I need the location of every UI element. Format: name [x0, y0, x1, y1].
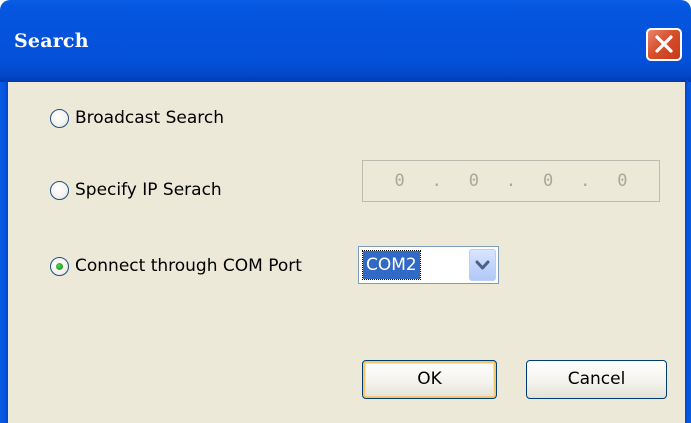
broadcast-search-option[interactable]: Broadcast Search: [50, 108, 224, 128]
com-port-select[interactable]: COM2: [358, 246, 499, 284]
ip-separator: .: [580, 171, 591, 191]
window-title: Search: [14, 30, 89, 52]
ok-button[interactable]: OK: [362, 360, 497, 399]
ip-octet-1[interactable]: 0: [394, 171, 404, 191]
title-bar[interactable]: Search: [0, 0, 691, 82]
window-frame-left: [0, 82, 8, 423]
cancel-button[interactable]: Cancel: [526, 360, 667, 399]
com-port-value[interactable]: COM2: [362, 250, 421, 280]
specify-ip-option[interactable]: Specify IP Serach: [50, 180, 222, 200]
specify-ip-radio[interactable]: [50, 180, 69, 200]
dropdown-button[interactable]: [469, 249, 496, 281]
com-port-label[interactable]: Connect through COM Port: [75, 256, 302, 276]
ip-octet-4[interactable]: 0: [617, 171, 627, 191]
ip-octet-3[interactable]: 0: [543, 171, 553, 191]
chevron-down-icon: [475, 260, 490, 270]
specify-ip-label[interactable]: Specify IP Serach: [75, 180, 222, 200]
window-frame-right: [685, 82, 691, 423]
com-port-option[interactable]: Connect through COM Port: [50, 256, 302, 276]
broadcast-search-radio[interactable]: [50, 108, 69, 128]
com-port-radio[interactable]: [50, 256, 69, 276]
ip-octet-2[interactable]: 0: [469, 171, 479, 191]
ip-address-field[interactable]: 0 . 0 . 0 . 0: [362, 160, 660, 202]
broadcast-search-label[interactable]: Broadcast Search: [75, 108, 224, 128]
ip-separator: .: [505, 171, 517, 191]
close-icon: [655, 35, 673, 53]
ip-separator: .: [431, 171, 442, 191]
close-button[interactable]: [646, 28, 682, 61]
search-dialog: Search Broadcast Search Specify IP Serac…: [0, 0, 691, 423]
